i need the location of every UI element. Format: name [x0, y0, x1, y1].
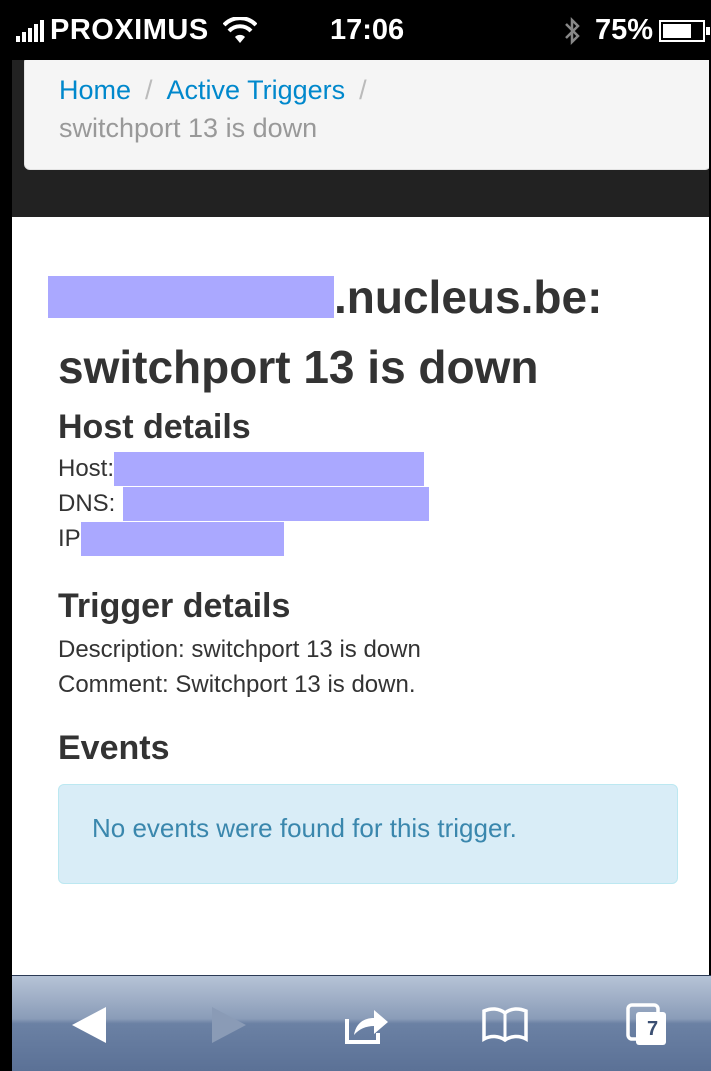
trigger-details-heading: Trigger details [58, 587, 291, 625]
host-label: Host: [58, 455, 115, 482]
wifi-icon [222, 16, 257, 43]
status-bar-right: 75% [563, 14, 710, 47]
breadcrumb-separator: / [145, 75, 153, 105]
share-button[interactable] [342, 1000, 392, 1050]
page-title: .nucleus.be: switchport 13 is down [48, 265, 691, 399]
main-content: .nucleus.be: switchport 13 is down Host … [48, 265, 691, 884]
page-title-trigger: switchport 13 is down [58, 341, 539, 393]
no-events-alert: No events were found for this trigger. [58, 784, 678, 884]
browser-toolbar: 7 [12, 975, 711, 1071]
trigger-comment: Comment: Switchport 13 is down. [58, 671, 416, 698]
back-button[interactable] [64, 1000, 114, 1050]
host-details-heading: Host details [58, 408, 251, 446]
carrier-name: PROXIMUS [50, 14, 209, 46]
bluetooth-icon [565, 16, 580, 45]
clock: 17:06 [330, 14, 405, 46]
breadcrumb-active-triggers-link[interactable]: Active Triggers [167, 75, 346, 105]
status-bar-left: PROXIMUS [16, 14, 257, 47]
book-icon [482, 1007, 528, 1043]
forward-button[interactable] [204, 1000, 254, 1050]
host-row: Host: [58, 451, 691, 486]
battery-icon [659, 19, 710, 42]
redacted-hostname [48, 276, 334, 318]
breadcrumb-separator: / [359, 75, 367, 105]
tabs-count: 7 [647, 1018, 659, 1040]
breadcrumb: Home / Active Triggers / switchport 13 is d… [24, 60, 711, 170]
status-bar: PROXIMUS 17:06 75% [0, 0, 711, 60]
battery-percent: 75% [594, 14, 653, 46]
page-title-host-suffix: .nucleus.be: [334, 271, 603, 323]
breadcrumb-current: switchport 13 is down [59, 113, 318, 143]
trigger-description: Description: switchport 13 is down [58, 636, 421, 663]
redacted-host-value [114, 451, 425, 486]
breadcrumb-home-link[interactable]: Home [59, 75, 131, 105]
share-icon [345, 1010, 388, 1044]
back-arrow-icon [72, 1007, 106, 1043]
tabs-button[interactable]: 7 [622, 1000, 672, 1050]
ip-row: IP [58, 521, 691, 556]
dns-label: DNS: [58, 490, 116, 517]
redacted-dns-value [123, 486, 430, 521]
signal-strength-icon [16, 19, 44, 42]
ip-label: IP [58, 525, 81, 552]
no-events-message: No events were found for this trigger. [92, 813, 517, 843]
dns-row: DNS: [58, 486, 691, 521]
forward-arrow-icon [212, 1007, 246, 1043]
events-heading: Events [58, 729, 170, 767]
web-page: Home / Active Triggers / switchport 13 is d… [12, 60, 711, 975]
bookmarks-button[interactable] [480, 1000, 530, 1050]
redacted-ip-value [80, 521, 284, 556]
